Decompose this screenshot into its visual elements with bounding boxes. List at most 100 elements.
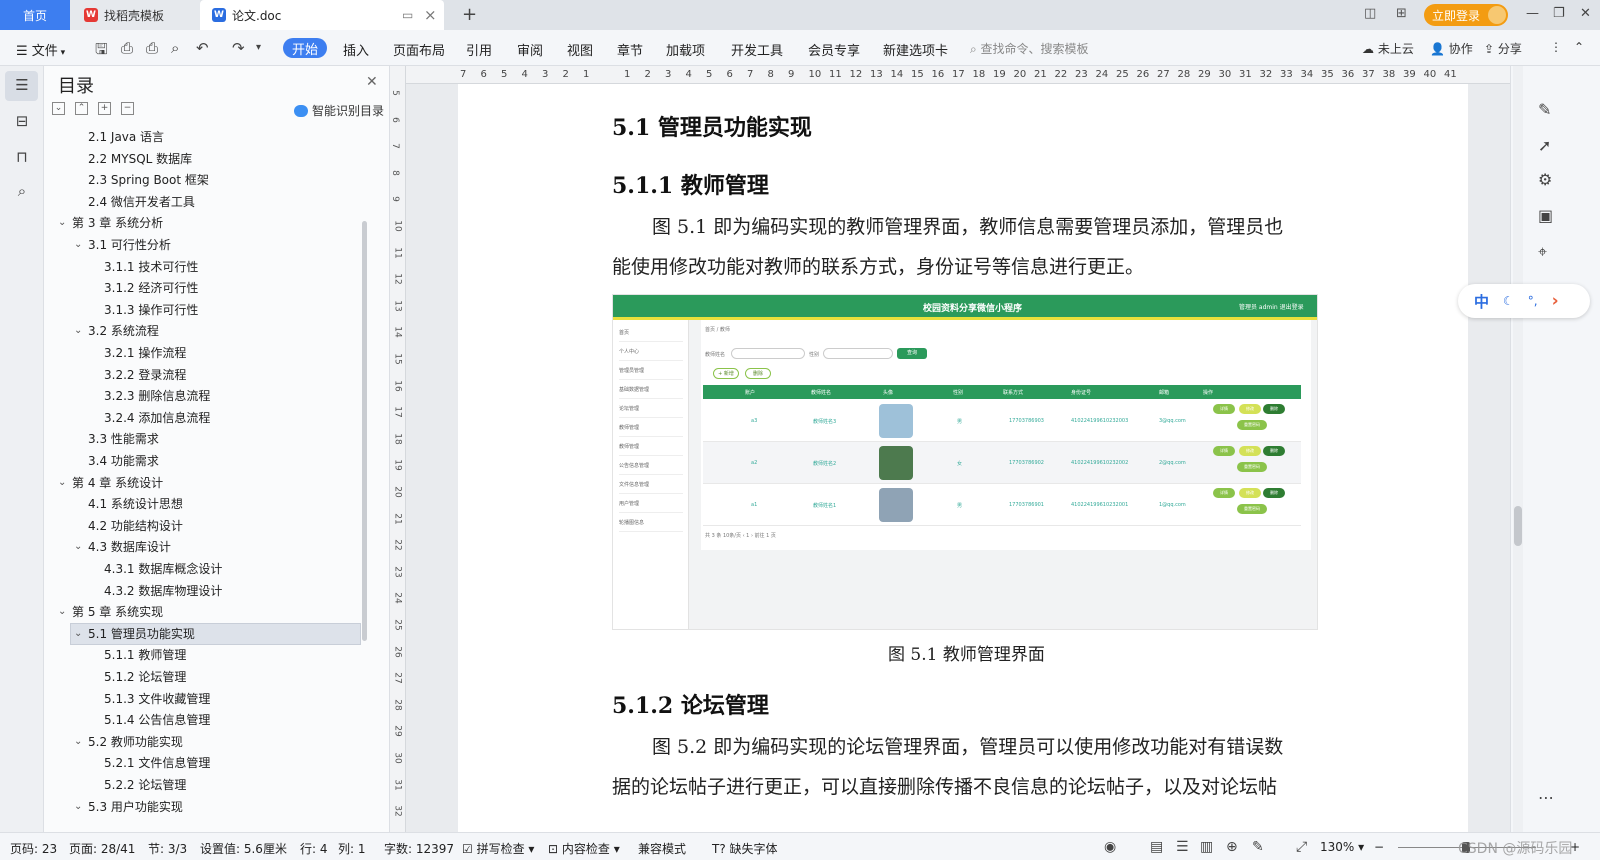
image-tools-icon[interactable]: ▣ <box>1538 206 1553 225</box>
write-mode-icon[interactable]: ✎ <box>1252 839 1264 855</box>
fit-page-icon[interactable]: ⤢ <box>1296 839 1307 855</box>
toc-item[interactable]: 3.2.1 操作流程 <box>104 342 186 364</box>
toc-item[interactable]: 4.1 系统设计思想 <box>88 493 183 515</box>
toc-item[interactable]: 3.2.3 删除信息流程 <box>104 385 210 407</box>
toc-item[interactable]: 3.1.3 操作可行性 <box>104 299 198 321</box>
document-scrollbar[interactable] <box>1513 66 1523 832</box>
chevron-down-icon[interactable]: ⌄ <box>74 623 82 645</box>
toc-item[interactable]: 2.3 Spring Boot 框架 <box>88 169 209 191</box>
layout-toggle-icon[interactable]: ◫ <box>1364 6 1376 21</box>
zoom-level[interactable]: 130% ▾ <box>1320 840 1364 854</box>
input-method-bar[interactable]: 中 ☾ °, › <box>1458 284 1590 318</box>
toc-item[interactable]: 3.4 功能需求 <box>88 450 159 472</box>
chevron-down-icon[interactable]: ⌄ <box>58 472 66 494</box>
toc-scrollbar[interactable] <box>362 221 367 641</box>
cloud-status[interactable]: ☁ 未上云 <box>1362 40 1414 57</box>
collapse-ribbon-icon[interactable]: ⌃ <box>1574 40 1584 54</box>
redo-icon[interactable]: ↷ <box>232 39 245 57</box>
collapse-all-icon[interactable]: ⌄ <box>52 102 65 115</box>
ime-mode-label[interactable]: 中 <box>1474 291 1489 312</box>
toc-item[interactable]: 4.2 功能结构设计 <box>88 515 183 537</box>
more-menu-icon[interactable]: ⋮ <box>1550 40 1562 54</box>
toc-icon[interactable]: ☰ <box>12 76 32 96</box>
chevron-down-icon[interactable]: ⌄ <box>74 320 82 342</box>
export-pdf-icon[interactable]: ⎙ <box>121 39 133 57</box>
apps-grid-icon[interactable]: ⊞ <box>1396 6 1407 21</box>
content-check-button[interactable]: ⊡ 内容检查 ▾ <box>548 840 620 857</box>
share-button[interactable]: ⇪ 分享 <box>1484 40 1522 57</box>
web-view-icon[interactable]: ⊕ <box>1226 839 1238 855</box>
quick-access-chevron-icon[interactable]: ▾ <box>256 42 261 53</box>
toc-item[interactable]: 4.3.2 数据库物理设计 <box>104 580 222 602</box>
toc-item[interactable]: ⌄ 3.1 可行性分析 <box>74 234 171 256</box>
adjust-settings-icon[interactable]: ⚙ <box>1538 170 1552 189</box>
toc-item[interactable]: ⌄ 4.3 数据库设计 <box>74 536 171 558</box>
tab-templates[interactable]: W 找稻壳模板 <box>70 0 200 30</box>
close-tab-icon[interactable]: × <box>424 6 437 24</box>
toc-item[interactable]: ⌄ 第 3 章 系统分析 <box>58 212 163 234</box>
toc-item[interactable]: 3.1.2 经济可行性 <box>104 277 198 299</box>
toc-item[interactable]: 5.1.4 公告信息管理 <box>104 709 210 731</box>
outline-view-icon[interactable]: ☰ <box>1176 839 1189 855</box>
pen-icon[interactable]: ✎ <box>1538 100 1551 119</box>
document-page[interactable]: 5.1 管理员功能实现 5.1.1 教师管理 图 5.1 即为编码实现的教师管理… <box>458 84 1468 832</box>
menu-view[interactable]: 视图 <box>567 40 593 59</box>
menu-review[interactable]: 审阅 <box>517 40 543 59</box>
smart-toc-button[interactable]: 智能识别目录 <box>294 102 384 119</box>
status-row[interactable]: 行: 4 <box>300 840 328 857</box>
location-icon[interactable]: ⌖ <box>1538 242 1547 262</box>
toc-item[interactable]: ⌄ 第 5 章 系统实现 <box>58 601 163 623</box>
menu-start[interactable]: 开始 <box>283 38 327 58</box>
pin-tab-icon[interactable]: ▭ <box>402 8 413 22</box>
chevron-down-icon[interactable]: ⌄ <box>74 536 82 558</box>
missing-font-button[interactable]: T? 缺失字体 <box>712 840 778 857</box>
collaborate-button[interactable]: 👤 协作 <box>1430 40 1473 57</box>
ime-punctuation-label[interactable]: °, <box>1528 294 1538 308</box>
zoom-out-button[interactable]: − <box>1374 840 1384 854</box>
save-icon[interactable]: 🖫 <box>95 39 108 64</box>
menu-member[interactable]: 会员专享 <box>808 40 860 59</box>
expand-up-icon[interactable]: ⌃ <box>75 102 88 115</box>
toc-item[interactable]: ⌄ 第 4 章 系统设计 <box>58 472 163 494</box>
status-word-count[interactable]: 字数: 12397 <box>384 840 454 857</box>
toc-item[interactable]: 5.1.1 教师管理 <box>104 644 186 666</box>
toc-item[interactable]: 3.3 性能需求 <box>88 428 159 450</box>
status-setting[interactable]: 设置值: 5.6厘米 <box>200 840 287 857</box>
toc-item[interactable]: ⌄ 5.3 用户功能实现 <box>74 796 183 818</box>
status-page[interactable]: 页面: 28/41 <box>69 840 135 857</box>
print-icon[interactable]: ⎙ <box>146 39 158 57</box>
menu-page-layout[interactable]: 页面布局 <box>393 40 445 59</box>
tab-home[interactable]: 首页 <box>0 0 70 30</box>
moon-icon[interactable]: ☾ <box>1503 294 1514 308</box>
undo-icon[interactable]: ↶ <box>196 39 209 57</box>
chevron-down-icon[interactable]: ⌄ <box>58 601 66 623</box>
page-view-icon[interactable]: ▤ <box>1150 839 1163 855</box>
chevron-down-icon[interactable]: ⌄ <box>58 212 66 234</box>
remove-heading-icon[interactable]: − <box>121 102 134 115</box>
chevron-down-icon[interactable]: ⌄ <box>74 234 82 256</box>
toc-item[interactable]: 5.2.1 文件信息管理 <box>104 752 210 774</box>
toc-item[interactable]: 5.1.3 文件收藏管理 <box>104 688 210 710</box>
status-col[interactable]: 列: 1 <box>338 840 366 857</box>
menu-references[interactable]: 引用 <box>466 40 492 59</box>
menu-new-tab[interactable]: 新建选项卡 <box>883 40 948 59</box>
toc-item[interactable]: ⌄ 5.1 管理员功能实现 <box>74 623 195 645</box>
close-icon[interactable]: ✕ <box>366 74 378 90</box>
more-tools-icon[interactable]: ⋯ <box>1538 788 1554 807</box>
toc-item[interactable]: ⌄ 3.2 系统流程 <box>74 320 159 342</box>
minimize-icon[interactable]: — <box>1526 6 1539 21</box>
toc-item[interactable]: 5.1.2 论坛管理 <box>104 666 186 688</box>
find-icon[interactable]: ⌕ <box>12 182 32 202</box>
print-preview-icon[interactable]: ⌕ <box>171 39 179 57</box>
chevron-down-icon[interactable]: ⌄ <box>74 731 82 753</box>
command-search[interactable]: ⌕ 查找命令、搜索模板 <box>970 40 1089 57</box>
toc-item[interactable]: 5.2.2 论坛管理 <box>104 774 186 796</box>
reading-view-icon[interactable]: ▥ <box>1200 839 1213 855</box>
close-window-icon[interactable]: ✕ <box>1580 6 1591 21</box>
restore-icon[interactable]: ❐ <box>1553 6 1565 21</box>
select-cursor-icon[interactable]: ➚ <box>1538 136 1551 155</box>
chapter-nav-icon[interactable]: ⊟ <box>12 112 32 132</box>
toc-item[interactable]: 4.3.1 数据库概念设计 <box>104 558 222 580</box>
toc-item[interactable]: 2.2 MYSQL 数据库 <box>88 148 192 170</box>
chevron-right-icon[interactable]: › <box>1552 291 1559 311</box>
